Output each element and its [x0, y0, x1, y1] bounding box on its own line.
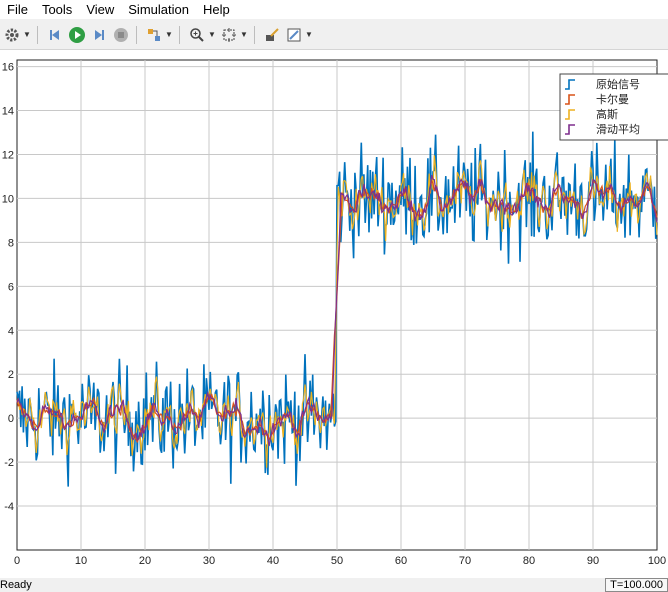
menu-file[interactable]: File: [0, 0, 35, 19]
x-tick-label: 30: [203, 555, 215, 567]
legend-label: 原始信号: [596, 77, 640, 91]
chevron-down-icon[interactable]: ▼: [239, 30, 249, 39]
y-tick-label: 2: [8, 369, 14, 381]
y-tick-label: 6: [8, 281, 14, 293]
menu-help[interactable]: Help: [196, 0, 237, 19]
simulation-time: T=100.000: [605, 578, 668, 592]
x-tick-label: 50: [331, 555, 343, 567]
menu-view[interactable]: View: [79, 0, 121, 19]
y-tick-label: 10: [2, 193, 14, 205]
zoom-icon[interactable]: [187, 25, 207, 45]
y-tick-label: 12: [2, 149, 14, 161]
menu-simulation[interactable]: Simulation: [121, 0, 196, 19]
run-icon[interactable]: [67, 25, 87, 45]
y-tick-label: 8: [8, 237, 14, 249]
x-tick-label: 90: [587, 555, 599, 567]
status-bar: Ready T=100.000: [0, 578, 668, 592]
signal-selector-icon[interactable]: [144, 25, 164, 45]
chevron-down-icon[interactable]: ▼: [304, 30, 314, 39]
x-tick-label: 60: [395, 555, 407, 567]
fit-to-view-icon[interactable]: [219, 25, 239, 45]
scope-chart: 0 10 20 30 40 50 60 70 80 90 100-4-20246810121416 …: [2, 59, 668, 567]
menu-tools[interactable]: Tools: [35, 0, 79, 19]
scope-plot-area[interactable]: 0 10 20 30 40 50 60 70 80 90 100 -4 -2 0 2 4 6 8 10 12 14 16 …: [0, 50, 668, 578]
y-tick-label: 16: [2, 62, 14, 74]
toolbar-separator: [136, 25, 137, 44]
y-tick-label: 0: [8, 413, 14, 425]
menu-bar: File Tools View Simulation Help: [0, 0, 668, 19]
y-tick-label: 14: [2, 106, 14, 118]
chevron-down-icon[interactable]: ▼: [207, 30, 217, 39]
x-tick-label: 100: [648, 555, 666, 567]
legend-label: 滑动平均: [596, 123, 640, 136]
chevron-down-icon[interactable]: ▼: [22, 30, 32, 39]
settings-icon[interactable]: [2, 25, 22, 45]
x-tick-label: 10: [75, 555, 87, 567]
x-tick-label: 0: [14, 555, 20, 567]
write-data-icon[interactable]: [262, 25, 282, 45]
toolbar: ▼ ▼ ▼ ▼ ▼: [0, 20, 668, 50]
legend: 原始信号卡尔曼高斯滑动平均: [559, 73, 668, 141]
stop-icon[interactable]: [111, 25, 131, 45]
step-forward-icon[interactable]: [89, 25, 109, 45]
x-tick-label: 70: [459, 555, 471, 567]
toolbar-separator: [37, 25, 38, 44]
step-back-icon[interactable]: [45, 25, 65, 45]
status-text: Ready: [0, 579, 32, 591]
toolbar-separator: [179, 25, 180, 44]
y-tick-label: -4: [4, 501, 14, 513]
style-icon[interactable]: [284, 25, 304, 45]
y-tick-label: 4: [8, 325, 14, 337]
x-tick-label: 20: [139, 555, 151, 567]
y-tick-label: -2: [4, 457, 14, 469]
toolbar-separator: [254, 25, 255, 44]
legend-label: 卡尔曼: [596, 93, 629, 106]
x-tick-label: 80: [523, 555, 535, 567]
x-tick-label: 40: [267, 555, 279, 567]
legend-label: 高斯: [596, 107, 618, 121]
chevron-down-icon[interactable]: ▼: [164, 30, 174, 39]
